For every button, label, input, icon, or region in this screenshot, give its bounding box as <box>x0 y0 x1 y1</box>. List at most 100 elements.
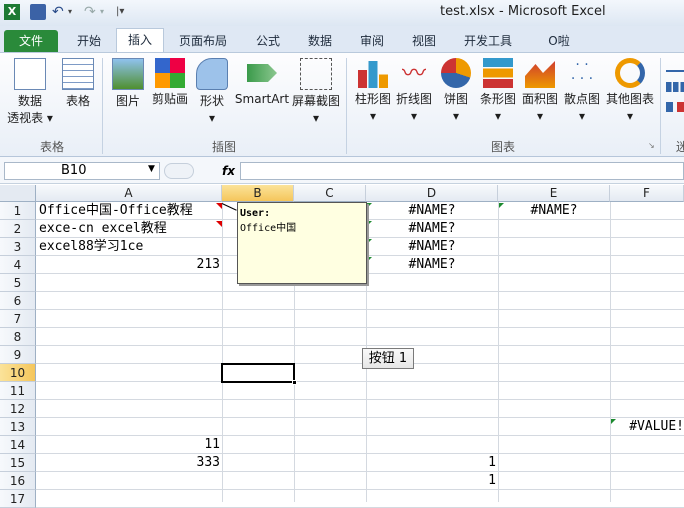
row-header-7[interactable]: 7 <box>0 310 36 328</box>
gridline <box>498 202 499 502</box>
chevron-down-icon: ▾ <box>452 109 460 123</box>
select-all-corner[interactable] <box>0 185 36 202</box>
table-button[interactable]: 表格 <box>58 58 98 110</box>
cell-d2[interactable]: #NAME? <box>366 220 498 238</box>
row-header-6[interactable]: 6 <box>0 292 36 310</box>
row-header-11[interactable]: 11 <box>0 382 36 400</box>
pivot-table-button[interactable]: 数据 透视表 ▾ <box>6 58 54 127</box>
screenshot-button[interactable]: 屏幕截图 ▾ <box>290 58 342 127</box>
shapes-button[interactable]: 形状 ▾ <box>194 58 230 127</box>
row-header-9[interactable]: 9 <box>0 346 36 364</box>
picture-button[interactable]: 图片 <box>108 58 148 110</box>
column-chart-button[interactable]: 柱形图 ▾ <box>352 58 394 125</box>
row-header-10[interactable]: 10 <box>0 364 36 382</box>
tab-formulas[interactable]: 公式 <box>246 30 290 52</box>
redo-icon[interactable]: ↷ <box>84 4 100 20</box>
gridline <box>36 381 684 382</box>
row-header-3[interactable]: 3 <box>0 238 36 256</box>
row-header-15[interactable]: 15 <box>0 454 36 472</box>
row-header-12[interactable]: 12 <box>0 400 36 418</box>
comment-author: User: <box>240 208 271 219</box>
line-chart-button[interactable]: 〰 折线图 ▾ <box>394 58 434 125</box>
doughnut-chart-icon <box>615 58 645 88</box>
clipart-button[interactable]: 剪贴画 <box>150 58 190 108</box>
sparkline-line-icon[interactable] <box>666 62 684 72</box>
error-indicator-icon[interactable] <box>367 203 372 208</box>
undo-icon[interactable]: ↶ <box>52 4 68 20</box>
column-chart-label: 柱形图 <box>354 92 391 106</box>
bar-chart-button[interactable]: 条形图 ▾ <box>478 58 518 125</box>
dialog-launcher-icon[interactable]: ↘ <box>648 141 655 150</box>
row-header-8[interactable]: 8 <box>0 328 36 346</box>
bar-chart-icon <box>483 58 513 88</box>
redo-dropdown-icon[interactable]: ▾ <box>100 4 116 20</box>
insert-function-icon[interactable]: fx <box>222 162 238 180</box>
cell-d15[interactable]: 1 <box>366 454 496 472</box>
cell-f13[interactable]: #VALUE! <box>610 418 684 436</box>
formula-input[interactable] <box>240 162 684 180</box>
cell-a15[interactable]: 333 <box>36 454 220 472</box>
error-indicator-icon[interactable] <box>499 203 504 208</box>
name-box-dropdown-icon[interactable]: ▼ <box>148 164 155 174</box>
gridline <box>36 327 684 328</box>
column-header-a[interactable]: A <box>36 185 222 202</box>
cell-a4[interactable]: 213 <box>36 256 220 274</box>
sparkline-column-icon[interactable] <box>666 82 684 92</box>
tab-data[interactable]: 数据 <box>298 30 342 52</box>
name-box[interactable]: B10 <box>4 162 160 180</box>
error-indicator-icon[interactable] <box>367 257 372 262</box>
scatter-chart-button[interactable]: · · · · · 散点图 ▾ <box>562 58 602 125</box>
other-charts-label: 其他图表 <box>605 92 654 106</box>
column-header-b[interactable]: B <box>222 185 294 202</box>
active-cell-b10[interactable] <box>221 363 295 383</box>
row-header-16[interactable]: 16 <box>0 472 36 490</box>
cell-d3[interactable]: #NAME? <box>366 238 498 256</box>
tab-file[interactable]: 文件 <box>4 30 58 52</box>
smartart-button[interactable]: SmartArt <box>234 58 290 108</box>
error-indicator-icon[interactable] <box>611 419 616 424</box>
column-header-e[interactable]: E <box>498 185 610 202</box>
cell-e1[interactable]: #NAME? <box>498 202 610 220</box>
cell-a3[interactable]: excel88学习1ce <box>39 238 143 256</box>
cell-d4[interactable]: #NAME? <box>366 256 498 274</box>
error-indicator-icon[interactable] <box>367 239 372 244</box>
error-indicator-icon[interactable] <box>367 221 372 226</box>
tab-page-layout[interactable]: 页面布局 <box>172 30 234 52</box>
cell-a1[interactable]: Office中国-Office教程 <box>39 202 193 220</box>
customize-toolbar-icon[interactable]: |▾ <box>116 4 132 20</box>
pivot-label-2: 透视表 ▾ <box>7 111 53 125</box>
comment-connector <box>221 203 237 211</box>
area-chart-button[interactable]: 面积图 ▾ <box>520 58 560 125</box>
tab-insert[interactable]: 插入 <box>116 28 164 52</box>
tab-developer[interactable]: 开发工具 <box>456 30 520 52</box>
cell-a14[interactable]: 11 <box>36 436 220 454</box>
tab-review[interactable]: 审阅 <box>350 30 394 52</box>
cell-d16[interactable]: 1 <box>366 472 496 490</box>
undo-dropdown-icon[interactable]: ▾ <box>68 4 84 20</box>
pivot-label: 数据 <box>17 94 42 108</box>
tab-oo[interactable]: O啦 <box>536 30 582 52</box>
gridline <box>36 489 684 490</box>
formula-bar-expander[interactable] <box>164 163 194 179</box>
sparkline-winloss-icon[interactable] <box>666 102 684 112</box>
pie-chart-button[interactable]: 饼图 ▾ <box>438 58 474 125</box>
cell-a2[interactable]: exce-cn excel教程 <box>39 220 167 238</box>
cell-d1[interactable]: #NAME? <box>366 202 498 220</box>
row-header-2[interactable]: 2 <box>0 220 36 238</box>
form-button-1[interactable]: 按钮 1 <box>362 348 414 369</box>
row-header-14[interactable]: 14 <box>0 436 36 454</box>
comment-box[interactable]: User: Office中国 <box>237 202 367 284</box>
column-header-d[interactable]: D <box>366 185 498 202</box>
column-header-f[interactable]: F <box>610 185 684 202</box>
row-header-1[interactable]: 1 <box>0 202 36 220</box>
row-header-4[interactable]: 4 <box>0 256 36 274</box>
column-header-c[interactable]: C <box>294 185 366 202</box>
other-charts-button[interactable]: 其他图表 ▾ <box>604 58 656 125</box>
save-icon[interactable] <box>30 4 46 20</box>
row-header-13[interactable]: 13 <box>0 418 36 436</box>
row-header-17[interactable]: 17 <box>0 490 36 508</box>
tab-home[interactable]: 开始 <box>66 30 112 52</box>
row-header-5[interactable]: 5 <box>0 274 36 292</box>
tab-view[interactable]: 视图 <box>402 30 446 52</box>
fill-handle[interactable] <box>292 380 297 385</box>
